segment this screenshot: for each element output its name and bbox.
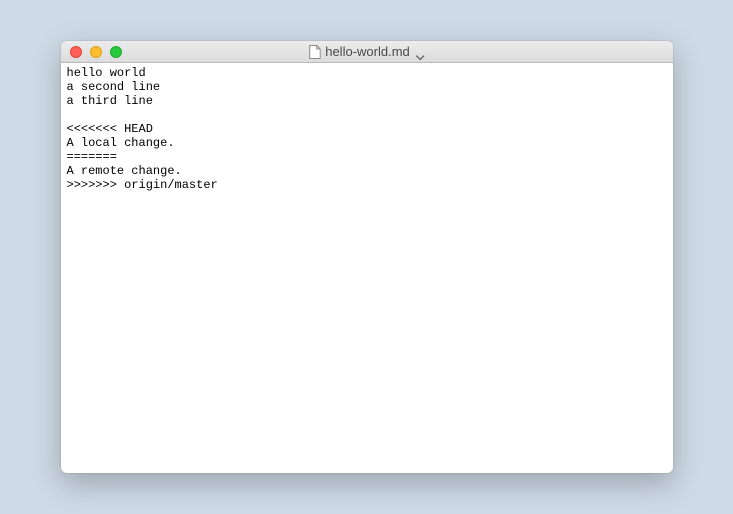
maximize-button[interactable]: [110, 46, 122, 58]
editor-content[interactable]: hello world a second line a third line <…: [61, 63, 673, 473]
traffic-lights: [61, 46, 122, 58]
chevron-down-icon: [416, 49, 425, 55]
title-center[interactable]: hello-world.md: [308, 44, 425, 59]
document-icon: [308, 45, 320, 59]
editor-window: hello-world.md hello world a second line…: [61, 41, 673, 473]
titlebar[interactable]: hello-world.md: [61, 41, 673, 63]
minimize-button[interactable]: [90, 46, 102, 58]
close-button[interactable]: [70, 46, 82, 58]
window-title: hello-world.md: [325, 44, 410, 59]
